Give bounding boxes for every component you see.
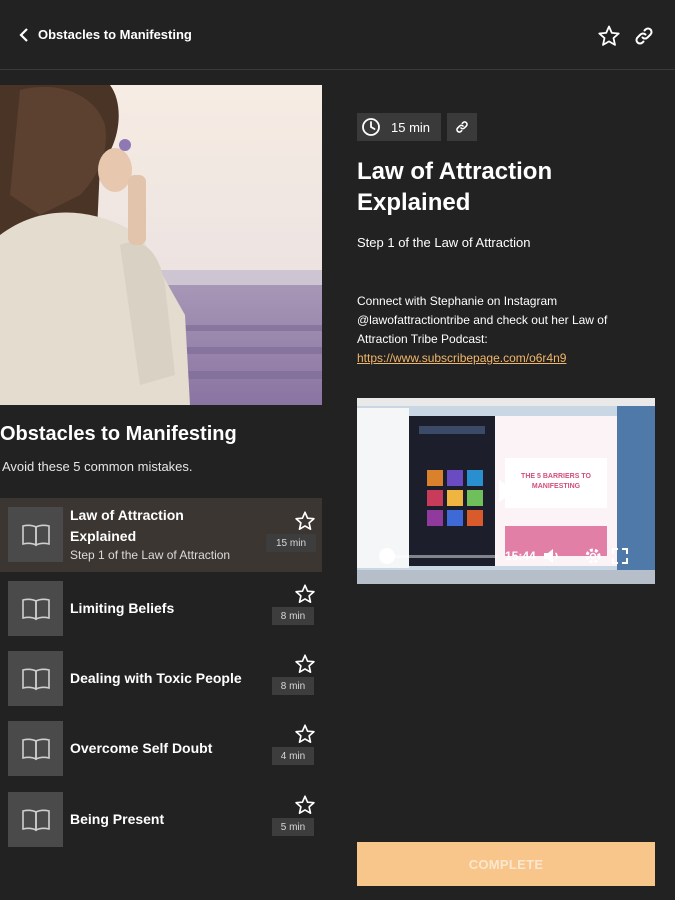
star-outline-icon xyxy=(295,724,315,743)
favorite-button[interactable] xyxy=(597,24,621,48)
lesson-heading-line: Law of Attraction xyxy=(357,158,553,185)
star-outline-icon xyxy=(295,584,315,603)
star-outline-icon xyxy=(295,511,315,530)
lesson-item-self-doubt[interactable]: Overcome Self Doubt 4 min xyxy=(0,712,322,786)
share-link-button[interactable] xyxy=(632,24,656,48)
link-icon xyxy=(456,121,468,133)
video-time: 15:44 xyxy=(505,549,536,563)
lesson-step-label: Step 1 of the Law of Attraction xyxy=(357,235,531,250)
chevron-left-icon xyxy=(19,28,28,42)
book-icon xyxy=(21,524,50,546)
lesson-title: Dealing with Toxic People xyxy=(70,670,242,686)
lesson-thumbnail xyxy=(8,581,63,636)
lesson-favorite-button[interactable] xyxy=(294,510,316,532)
lesson-favorite-button[interactable] xyxy=(294,794,316,816)
video-progress-thumb[interactable] xyxy=(379,548,395,564)
description-line: Attraction Tribe Podcast: xyxy=(357,332,488,346)
settings-button[interactable] xyxy=(583,546,603,566)
gear-icon xyxy=(585,548,601,564)
duration-badge: 8 min xyxy=(272,607,314,625)
duration-badge: 8 min xyxy=(272,677,314,695)
lesson-title: Overcome Self Doubt xyxy=(70,740,213,756)
star-outline-icon xyxy=(598,25,620,46)
course-subtitle: Avoid these 5 common mistakes. xyxy=(2,459,193,474)
lesson-item-law-of-attraction[interactable]: Law of Attraction Explained Step 1 of th… xyxy=(0,498,322,572)
lesson-title: Being Present xyxy=(70,811,165,827)
lesson-title-line: Explained xyxy=(70,528,137,544)
complete-button[interactable]: COMPLETE xyxy=(357,842,655,886)
lesson-thumbnail xyxy=(8,721,63,776)
book-icon xyxy=(21,668,50,690)
lesson-item-limiting-beliefs[interactable]: Limiting Beliefs 8 min xyxy=(0,572,322,646)
video-progress-track[interactable] xyxy=(387,555,497,558)
lesson-link-button[interactable] xyxy=(447,113,477,141)
lesson-thumbnail xyxy=(8,507,63,562)
top-app-bar: Obstacles to Manifesting xyxy=(0,0,675,70)
play-icon xyxy=(499,480,517,502)
star-outline-icon xyxy=(295,654,315,673)
link-icon xyxy=(635,27,653,45)
description-line: Connect with Stephanie on Instagram xyxy=(357,294,558,308)
book-icon xyxy=(21,809,50,831)
duration-text: 15 min xyxy=(391,119,431,135)
lesson-item-toxic-people[interactable]: Dealing with Toxic People 8 min xyxy=(0,642,322,716)
lesson-favorite-button[interactable] xyxy=(294,583,316,605)
lesson-title: Law of Attraction Explained xyxy=(70,505,260,547)
book-icon xyxy=(21,738,50,760)
star-outline-icon xyxy=(295,795,315,814)
play-button[interactable] xyxy=(495,478,519,504)
book-icon xyxy=(21,598,50,620)
page-title: Obstacles to Manifesting xyxy=(38,27,192,42)
lesson-title-line: Law of Attraction xyxy=(70,507,184,523)
duration-badge: 5 min xyxy=(272,818,314,836)
clock-icon xyxy=(362,118,380,136)
lesson-description: Connect with Stephanie on Instagram @law… xyxy=(357,292,647,368)
video-player[interactable]: THE 5 BARRIERS TO MANIFESTING 15:44 xyxy=(357,398,655,584)
volume-icon xyxy=(544,549,558,563)
back-button[interactable] xyxy=(14,24,34,46)
lesson-favorite-button[interactable] xyxy=(294,653,316,675)
lesson-thumbnail xyxy=(8,792,63,847)
video-caption-line: THE 5 BARRIERS TO xyxy=(521,473,591,480)
video-caption-line: MANIFESTING xyxy=(531,483,581,490)
podcast-link[interactable]: https://www.subscribepage.com/o6r4n9 xyxy=(357,349,647,368)
lesson-favorite-button[interactable] xyxy=(294,723,316,745)
lesson-step: Step 1 of the Law of Attraction xyxy=(70,548,231,562)
lesson-duration-chip: 15 min xyxy=(357,113,441,141)
lesson-thumbnail xyxy=(8,651,63,706)
fullscreen-icon xyxy=(612,548,628,564)
lesson-heading-line: Explained xyxy=(357,189,471,216)
duration-badge: 4 min xyxy=(272,747,314,765)
video-slide-caption: THE 5 BARRIERS TO MANIFESTING xyxy=(507,472,605,492)
course-hero-image xyxy=(0,85,322,405)
fullscreen-button[interactable] xyxy=(610,546,630,566)
duration-badge: 15 min xyxy=(266,534,316,552)
lesson-heading: Law of Attraction Explained xyxy=(357,156,657,218)
course-title: Obstacles to Manifesting xyxy=(0,423,237,445)
lesson-title: Limiting Beliefs xyxy=(70,600,175,616)
description-line: @lawofattractiontribe and check out her … xyxy=(357,313,608,327)
lesson-item-being-present[interactable]: Being Present 5 min xyxy=(0,783,322,857)
volume-button[interactable] xyxy=(541,546,561,566)
